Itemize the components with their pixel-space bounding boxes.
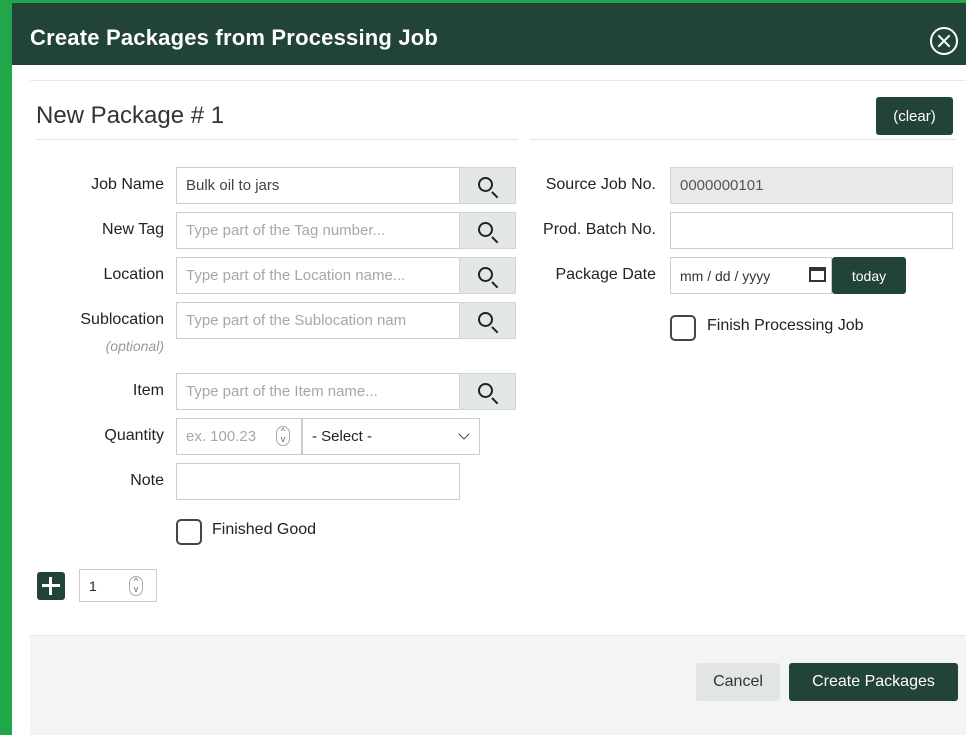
package-count-input[interactable]: 1 [79, 569, 157, 602]
finished-good-label: Finished Good [212, 521, 317, 538]
clear-button[interactable]: (clear) [876, 97, 953, 135]
sublocation-label: Sublocation [80, 311, 164, 328]
calendar-icon[interactable] [809, 267, 826, 282]
today-button[interactable]: today [832, 257, 906, 294]
search-icon [478, 222, 493, 237]
sublocation-optional-hint: (optional) [105, 338, 164, 354]
dialog-titlebar: Create Packages from Processing Job [12, 3, 966, 65]
add-package-row [30, 560, 966, 610]
cancel-button[interactable]: Cancel [696, 663, 780, 701]
prod-batch-no-input[interactable] [670, 212, 953, 249]
search-icon [478, 177, 493, 192]
create-packages-button[interactable]: Create Packages [789, 663, 958, 701]
search-icon [478, 267, 493, 282]
finished-good-checkbox[interactable] [176, 519, 202, 545]
source-job-no-field: 0000000101 [670, 167, 953, 204]
divider [36, 139, 518, 140]
item-label: Item [132, 382, 164, 399]
quantity-stepper[interactable]: ^ v [276, 426, 290, 446]
dialog-frame: Create Packages from Processing Job New … [0, 0, 966, 735]
section-title: New Package # 1 [36, 102, 225, 129]
search-icon [478, 312, 493, 327]
package-date-label: Package Date [555, 266, 656, 283]
quantity-label: Quantity [104, 427, 164, 444]
job-name-input[interactable]: Bulk oil to jars [176, 167, 460, 204]
location-label: Location [103, 266, 165, 283]
note-input[interactable] [176, 463, 460, 500]
dialog-title: Create Packages from Processing Job [30, 25, 439, 50]
package-date-input[interactable]: mm / dd / yyyy [670, 257, 832, 294]
new-tag-input[interactable]: Type part of the Tag number... [176, 212, 460, 249]
divider [530, 139, 956, 140]
finish-processing-job-label: Finish Processing Job [707, 317, 864, 334]
close-icon[interactable] [930, 27, 958, 55]
sublocation-input[interactable]: Type part of the Sublocation nam [176, 302, 460, 339]
prod-batch-no-label: Prod. Batch No. [543, 221, 656, 238]
new-tag-label: New Tag [102, 221, 164, 238]
add-package-button[interactable] [37, 572, 65, 600]
finish-processing-job-checkbox[interactable] [670, 315, 696, 341]
note-label: Note [130, 472, 164, 489]
package-count-stepper[interactable]: ^ v [129, 576, 143, 596]
item-search-button[interactable] [459, 373, 516, 410]
search-icon [478, 383, 493, 398]
sublocation-search-button[interactable] [459, 302, 516, 339]
job-name-label: Job Name [91, 176, 164, 193]
item-input[interactable]: Type part of the Item name... [176, 373, 460, 410]
unit-select[interactable]: - Select - [302, 418, 480, 455]
source-job-no-label: Source Job No. [545, 176, 656, 193]
location-input[interactable]: Type part of the Location name... [176, 257, 460, 294]
